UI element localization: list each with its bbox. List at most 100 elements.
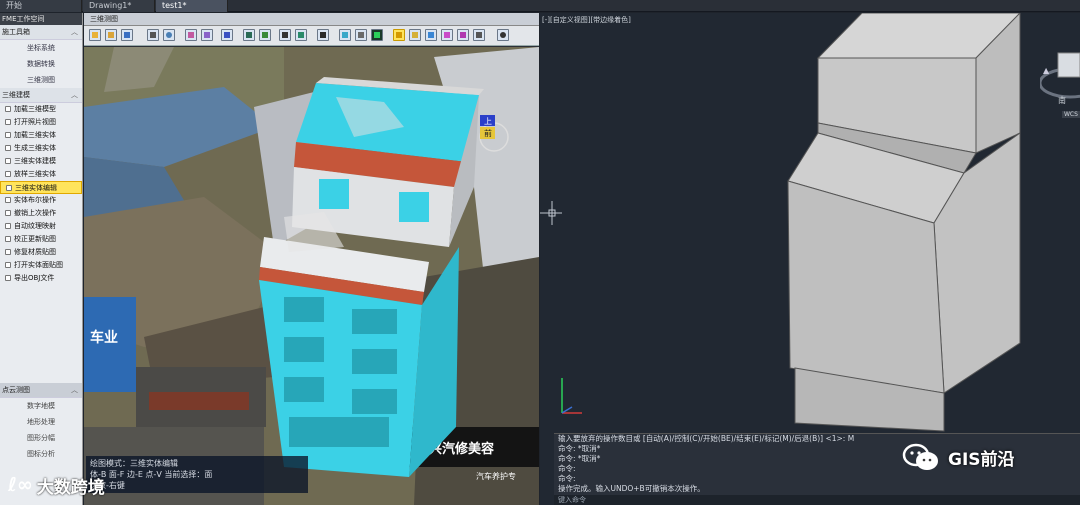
tool-item-label: 导出OBJ文件 [14, 274, 55, 282]
status-shortcuts: 体-B 面-F 边-E 点-V 当前选择：面 [90, 470, 213, 479]
modeling-tool-item[interactable]: 加载三维模型 [0, 103, 82, 116]
command-input[interactable]: 键入命令 [554, 495, 1080, 505]
group-3d-modeling[interactable]: 三维建模 ︿ [0, 88, 82, 103]
chevron-up-icon: ︿ [71, 28, 78, 36]
face-mode-button[interactable] [409, 29, 421, 41]
shop-sign-1: 车业 [90, 329, 118, 346]
copy-icon [460, 32, 466, 38]
save-button[interactable] [121, 29, 133, 41]
tab-drawing1[interactable]: Drawing1* [83, 0, 155, 12]
sub-item-coordinate-system[interactable]: 坐标系统 [0, 40, 82, 56]
tool-item-label: 撤销上次操作 [14, 209, 56, 217]
group-toolbox-label: 施工具箱 [2, 28, 30, 36]
modeling-tool-item[interactable]: 修复材质贴图 [0, 246, 82, 259]
ucs-z-axis [561, 406, 573, 414]
view-cube[interactable]: ▲ 南 WCS [1038, 35, 1080, 135]
modeling-tool-item[interactable]: 实体布尔操作 [0, 194, 82, 207]
modeling-tool-item[interactable]: 导出OBJ文件 [0, 272, 82, 285]
modeling-tool-item[interactable]: 撤销上次操作 [0, 207, 82, 220]
tool-bullet-icon [5, 223, 11, 229]
group-3d-modeling-label: 三维建模 [2, 91, 30, 99]
nav-top-label: 上 [484, 117, 492, 126]
open-image-button[interactable] [105, 29, 117, 41]
shop-sign-3: 汽车养护专 [476, 471, 516, 481]
render-button[interactable] [371, 29, 383, 41]
tab-start[interactable]: 开始 [0, 0, 82, 12]
tool-bullet-icon [5, 106, 11, 112]
edge-mode-button[interactable] [425, 29, 437, 41]
tool-item-label: 自动纹理映射 [14, 222, 56, 230]
texture-button[interactable] [201, 29, 213, 41]
pencil-icon [476, 32, 482, 38]
lower-item-dem[interactable]: 数字地模 [0, 398, 82, 414]
pencil-button[interactable] [473, 29, 485, 41]
tool-bullet-icon [5, 132, 11, 138]
settings-button[interactable] [497, 29, 509, 41]
modeling-tool-item[interactable]: 生成三维实体 [0, 142, 82, 155]
snapshot-button[interactable] [259, 29, 271, 41]
print-button[interactable] [279, 29, 291, 41]
pan-button[interactable] [147, 29, 159, 41]
print-icon [282, 32, 288, 38]
tool-bullet-icon [5, 119, 11, 125]
building-front-wall[interactable] [259, 280, 422, 477]
modeling-tool-item[interactable]: 自动纹理映射 [0, 220, 82, 233]
tool-bullet-icon [6, 185, 12, 191]
edge-icon [428, 32, 434, 38]
modeling-tool-item[interactable]: 三维实体编辑 [0, 181, 82, 194]
sub-item-3d-mapping[interactable]: 三维测图 [0, 72, 82, 88]
window [284, 377, 324, 402]
wcs-label[interactable]: WCS [1062, 111, 1080, 118]
chevron-up-icon: ︿ [71, 386, 78, 394]
folder-icon [92, 32, 98, 38]
lower-item-icon-analysis[interactable]: 图标分析 [0, 446, 82, 462]
tool-bullet-icon [5, 236, 11, 242]
save-icon [124, 32, 130, 38]
3d-viewer-window: 三维测图 车业 诚兴汽修美容 汽车养护专 上 前 绘图模式：三维实体编辑 体-B… [84, 13, 539, 505]
open-folder-button[interactable] [89, 29, 101, 41]
lower-item-sheet-division[interactable]: 图形分幅 [0, 430, 82, 446]
tool-item-label: 校正更新贴图 [14, 235, 56, 243]
texture-icon [204, 32, 210, 38]
modeling-tool-item[interactable]: 加载三维实体 [0, 129, 82, 142]
window [319, 179, 349, 209]
zoom-button[interactable] [163, 29, 175, 41]
modeling-tool-item[interactable]: 校正更新贴图 [0, 233, 82, 246]
solid-mode-button[interactable] [393, 29, 405, 41]
window [352, 389, 397, 414]
group-point-cloud[interactable]: 点云测图 ︿ [0, 383, 82, 398]
watermark-left-logo: ℓ∞ [8, 474, 33, 496]
view-cube-compass-label: 南 [1058, 96, 1066, 105]
camera-icon [262, 32, 268, 38]
tool-item-label: 打开照片视图 [14, 118, 56, 126]
pan-icon [150, 32, 156, 38]
view-cube-box[interactable] [1057, 52, 1080, 78]
panel-header: FME工作空间 [0, 13, 82, 25]
modeling-tool-item[interactable]: 打开照片视图 [0, 116, 82, 129]
tool-item-label: 加载三维模型 [14, 105, 56, 113]
sub-item-data-conversion[interactable]: 数据转换 [0, 56, 82, 72]
cube-view-button[interactable] [339, 29, 351, 41]
view-cube-arrow-icon: ▲ [1043, 66, 1050, 75]
viewer-title: 三维测图 [84, 13, 539, 26]
select-button[interactable] [317, 29, 329, 41]
wechat-icon [902, 443, 938, 470]
3d-scene[interactable]: 车业 诚兴汽修美容 汽车养护专 上 前 绘图模式：三维实体编辑 体-B 面-F … [84, 47, 539, 505]
measure-button[interactable] [355, 29, 367, 41]
cad-viewport[interactable]: [-][自定义视图][带边缘着色] ▲ 南 WCS 输入要放弃的操作数目或 [自… [540, 13, 1080, 505]
modeling-tool-item[interactable]: 三维实体建模 [0, 155, 82, 168]
copy-button[interactable] [457, 29, 469, 41]
edit-button[interactable] [295, 29, 307, 41]
group-toolbox[interactable]: 施工具箱 ︿ [0, 25, 82, 40]
vertex-mode-button[interactable] [441, 29, 453, 41]
lower-item-terrain[interactable]: 地形处理 [0, 414, 82, 430]
photo-icon [188, 32, 194, 38]
modeling-tool-item[interactable]: 放样三维实体 [0, 168, 82, 181]
tool-item-label: 打开实体面贴图 [14, 261, 63, 269]
layer-button[interactable] [243, 29, 255, 41]
photo-view-button[interactable] [185, 29, 197, 41]
command-history-line: 命令: [558, 474, 576, 483]
grid-button[interactable] [221, 29, 233, 41]
tab-test1[interactable]: test1* [156, 0, 228, 12]
modeling-tool-item[interactable]: 打开实体面贴图 [0, 259, 82, 272]
